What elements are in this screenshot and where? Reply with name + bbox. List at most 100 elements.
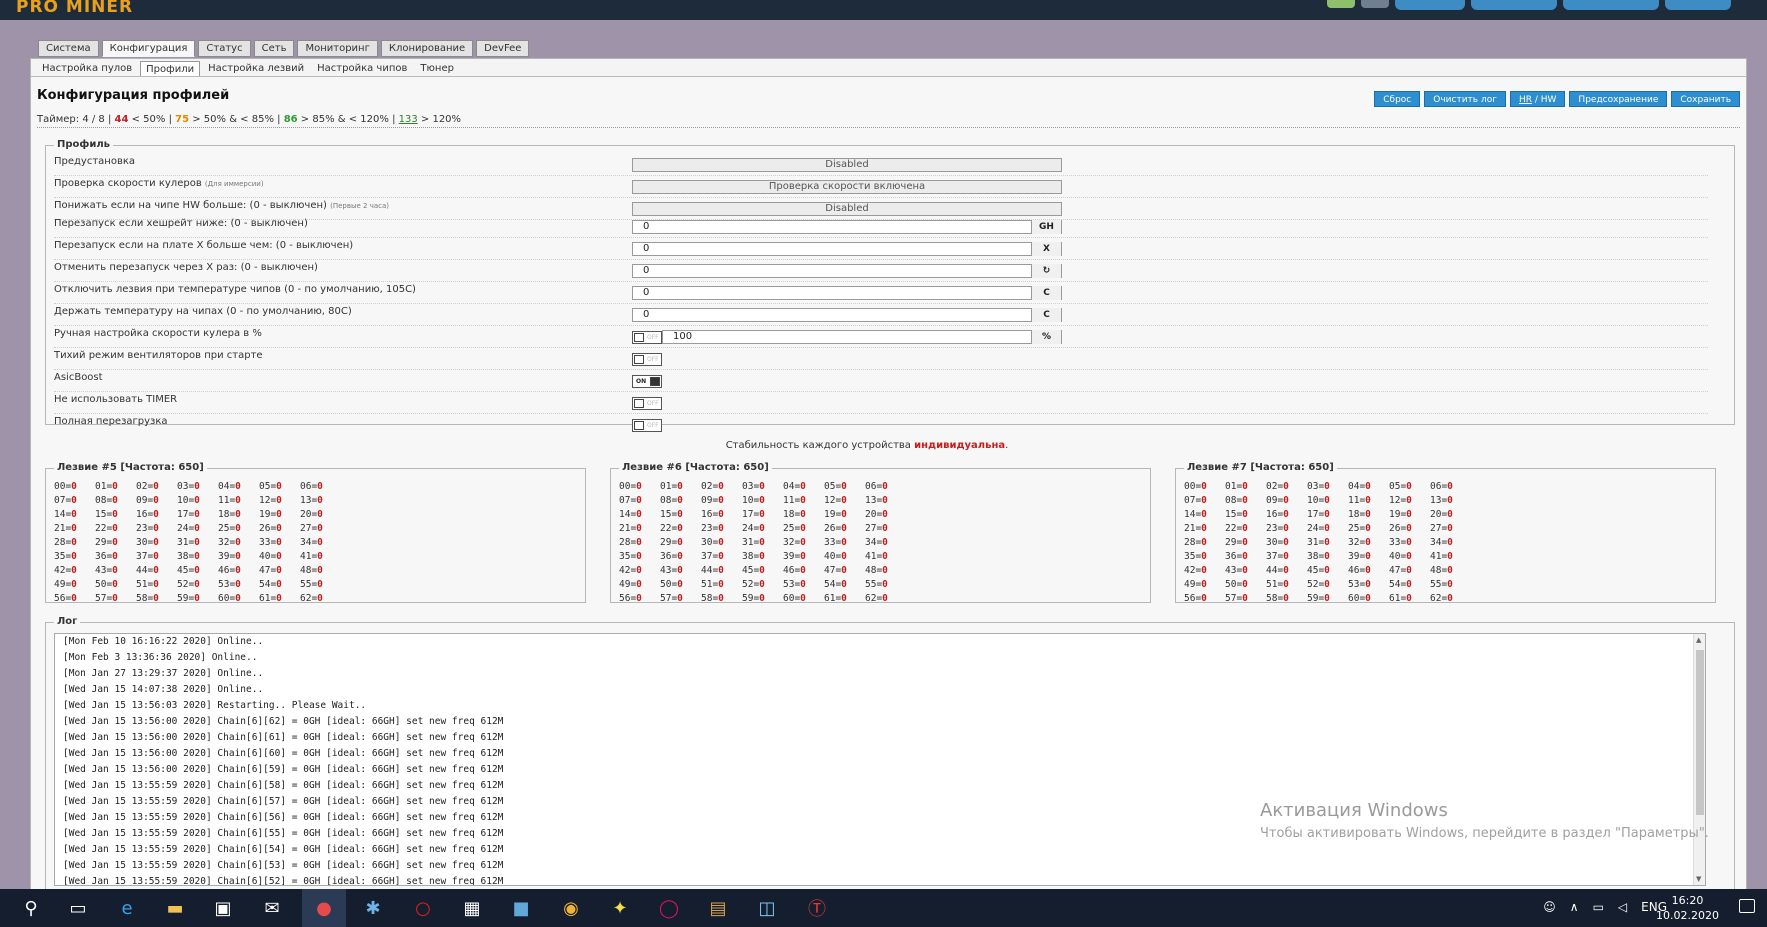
chip-row: 07=0 08=0 09=0 10=0 11=0 12=0 13=0 <box>1184 495 1471 509</box>
hr-link[interactable]: HR <box>1519 95 1532 105</box>
opera-browser-icon[interactable]: ○ <box>408 893 438 923</box>
scroll-up-icon[interactable]: ▲ <box>1696 636 1701 644</box>
volume-icon[interactable]: ◁ <box>1618 900 1627 914</box>
log-output[interactable]: [Mon Feb 10 16:16:22 2020] Online.. [Mon … <box>54 633 1706 886</box>
tab-blades[interactable]: Настройка лезвий <box>203 61 309 76</box>
app-icon-circle[interactable]: ◉ <box>556 893 586 923</box>
tab-monitoring[interactable]: Мониторинг <box>297 40 378 57</box>
people-icon[interactable]: ☺ <box>1543 900 1556 914</box>
tab-system[interactable]: Система <box>38 40 99 57</box>
blade-5-legend: Лезвие #5 [Частота: 650] <box>54 462 207 473</box>
log-line: [Wed Jan 15 13:55:59 2020] Chain[6][56] … <box>63 812 504 823</box>
header-button-1[interactable] <box>1395 0 1465 10</box>
restart-x-input[interactable]: 0X <box>632 242 1062 256</box>
chip-cell: 35=0 <box>619 551 660 562</box>
chip-cell: 17=0 <box>742 509 783 520</box>
unit-c: C <box>1031 308 1061 322</box>
network-icon[interactable]: ▭ <box>1593 900 1604 914</box>
hr-hw-button[interactable]: HR / HW <box>1509 91 1566 107</box>
tab-status[interactable]: Статус <box>198 40 251 57</box>
presave-button[interactable]: Предсохранение <box>1569 91 1668 107</box>
asicboost-toggle[interactable]: ON <box>632 375 662 388</box>
task-view-icon[interactable]: ▭ <box>63 893 93 923</box>
tab-configuration[interactable]: Конфигурация <box>101 40 196 57</box>
manual-fan-switch[interactable]: OFF <box>632 331 662 344</box>
disable-temp-input[interactable]: 0C <box>632 286 1062 300</box>
package-icon[interactable]: ▤ <box>703 893 733 923</box>
chip-index: 08= <box>1225 495 1243 506</box>
log-line: [Wed Jan 15 14:07:38 2020] Online.. <box>63 684 264 695</box>
asicboost-label: AsicBoost <box>54 372 103 383</box>
chip-index: 52= <box>1307 579 1325 590</box>
hold-temp-label: Держать температуру на чипах (0 - по умо… <box>54 306 352 317</box>
tab-chips[interactable]: Настройка чипов <box>312 61 412 76</box>
chip-index: 48= <box>300 565 318 576</box>
chip-row: 49=0 50=0 51=0 52=0 53=0 54=0 55=0 <box>54 579 341 593</box>
lower-hw-select[interactable]: Disabled <box>632 202 1062 216</box>
chip-cell: 09=0 <box>1266 495 1307 506</box>
chip-value: 0 <box>759 593 765 604</box>
no-timer-toggle[interactable]: OFF <box>632 397 662 410</box>
header-button-3[interactable] <box>1563 0 1659 10</box>
chip-value: 0 <box>759 495 765 506</box>
hw-link[interactable]: HW <box>1541 95 1557 105</box>
log-line: [Wed Jan 15 13:55:59 2020] Chain[6][54] … <box>63 844 504 855</box>
chip-index: 49= <box>619 579 637 590</box>
preset-select[interactable]: Disabled <box>632 158 1062 172</box>
chip-value: 0 <box>112 565 118 576</box>
chevron-up-icon[interactable]: ∧ <box>1570 900 1579 914</box>
chip-value: 0 <box>882 523 888 534</box>
chip-value: 0 <box>1324 551 1330 562</box>
timer-link[interactable]: 133 <box>399 114 418 125</box>
tab-network[interactable]: Сеть <box>253 40 295 57</box>
full-reboot-toggle[interactable]: OFF <box>632 419 662 432</box>
chip-index: 41= <box>300 551 318 562</box>
restart-hash-input[interactable]: 0 GH <box>632 220 1062 234</box>
magic-wand-icon[interactable]: ✦ <box>605 893 635 923</box>
tab-tuner[interactable]: Тюнер <box>415 61 459 76</box>
chip-value: 0 <box>1324 579 1330 590</box>
chip-row: 35=0 36=0 37=0 38=0 39=0 40=0 41=0 <box>1184 551 1471 565</box>
clear-log-button[interactable]: Очистить лог <box>1424 91 1506 107</box>
manual-fan-input[interactable]: 100% <box>662 330 1062 344</box>
chip-value: 0 <box>718 509 724 520</box>
mail-icon[interactable]: ✉ <box>257 893 287 923</box>
chip-cell: 34=0 <box>1430 537 1471 548</box>
file-explorer-icon[interactable]: ▬ <box>160 893 190 923</box>
scroll-down-icon[interactable]: ▼ <box>1696 875 1701 883</box>
header-button-2[interactable] <box>1471 0 1557 10</box>
log-scrollbar[interactable]: ▲ ▼ <box>1693 634 1705 885</box>
reset-button[interactable]: Сброс <box>1374 91 1421 107</box>
notification-center-icon[interactable] <box>1739 899 1755 913</box>
edge-browser-icon[interactable]: e <box>112 893 142 923</box>
tab-pools[interactable]: Настройка пулов <box>37 61 137 76</box>
chip-value: 0 <box>1283 481 1289 492</box>
tab-cloning[interactable]: Клонирование <box>380 40 474 57</box>
store-icon[interactable]: ▣ <box>208 893 238 923</box>
manual-fan-toggle[interactable]: OFF <box>632 331 662 344</box>
chip-value: 0 <box>841 509 847 520</box>
chip-cell: 11=0 <box>1348 495 1389 506</box>
cancel-restart-input[interactable]: 0 ↻ <box>632 264 1062 278</box>
header-button-4[interactable] <box>1665 0 1731 10</box>
yandex-browser-icon[interactable]: ● <box>309 893 339 923</box>
chip-index: 54= <box>824 579 842 590</box>
search-icon[interactable]: ⚲ <box>16 893 46 923</box>
tab-profiles[interactable]: Профили <box>140 61 201 76</box>
network-tool-icon[interactable]: ✱ <box>358 893 388 923</box>
chip-index: 56= <box>1184 593 1202 604</box>
chip-cell: 62=0 <box>1430 593 1471 604</box>
scroll-thumb[interactable] <box>1696 650 1704 815</box>
taskbar-clock[interactable]: 16:20 10.02.2020 <box>1656 893 1719 923</box>
t-app-icon[interactable]: Ⓣ <box>802 893 832 923</box>
fan-check-select[interactable]: Проверка скорости включена <box>632 180 1062 194</box>
quiet-fans-toggle[interactable]: OFF <box>632 353 662 366</box>
opera-gx-icon[interactable]: ◯ <box>654 893 684 923</box>
hold-temp-input[interactable]: 0C <box>632 308 1062 322</box>
save-button[interactable]: Сохранить <box>1671 91 1740 107</box>
tab-devfee[interactable]: DevFee <box>476 40 530 57</box>
calculator-icon[interactable]: ▦ <box>457 893 487 923</box>
chip-index: 02= <box>701 481 719 492</box>
remote-desktop-icon[interactable]: ■ <box>506 893 536 923</box>
system-tool-icon[interactable]: ◫ <box>752 893 782 923</box>
